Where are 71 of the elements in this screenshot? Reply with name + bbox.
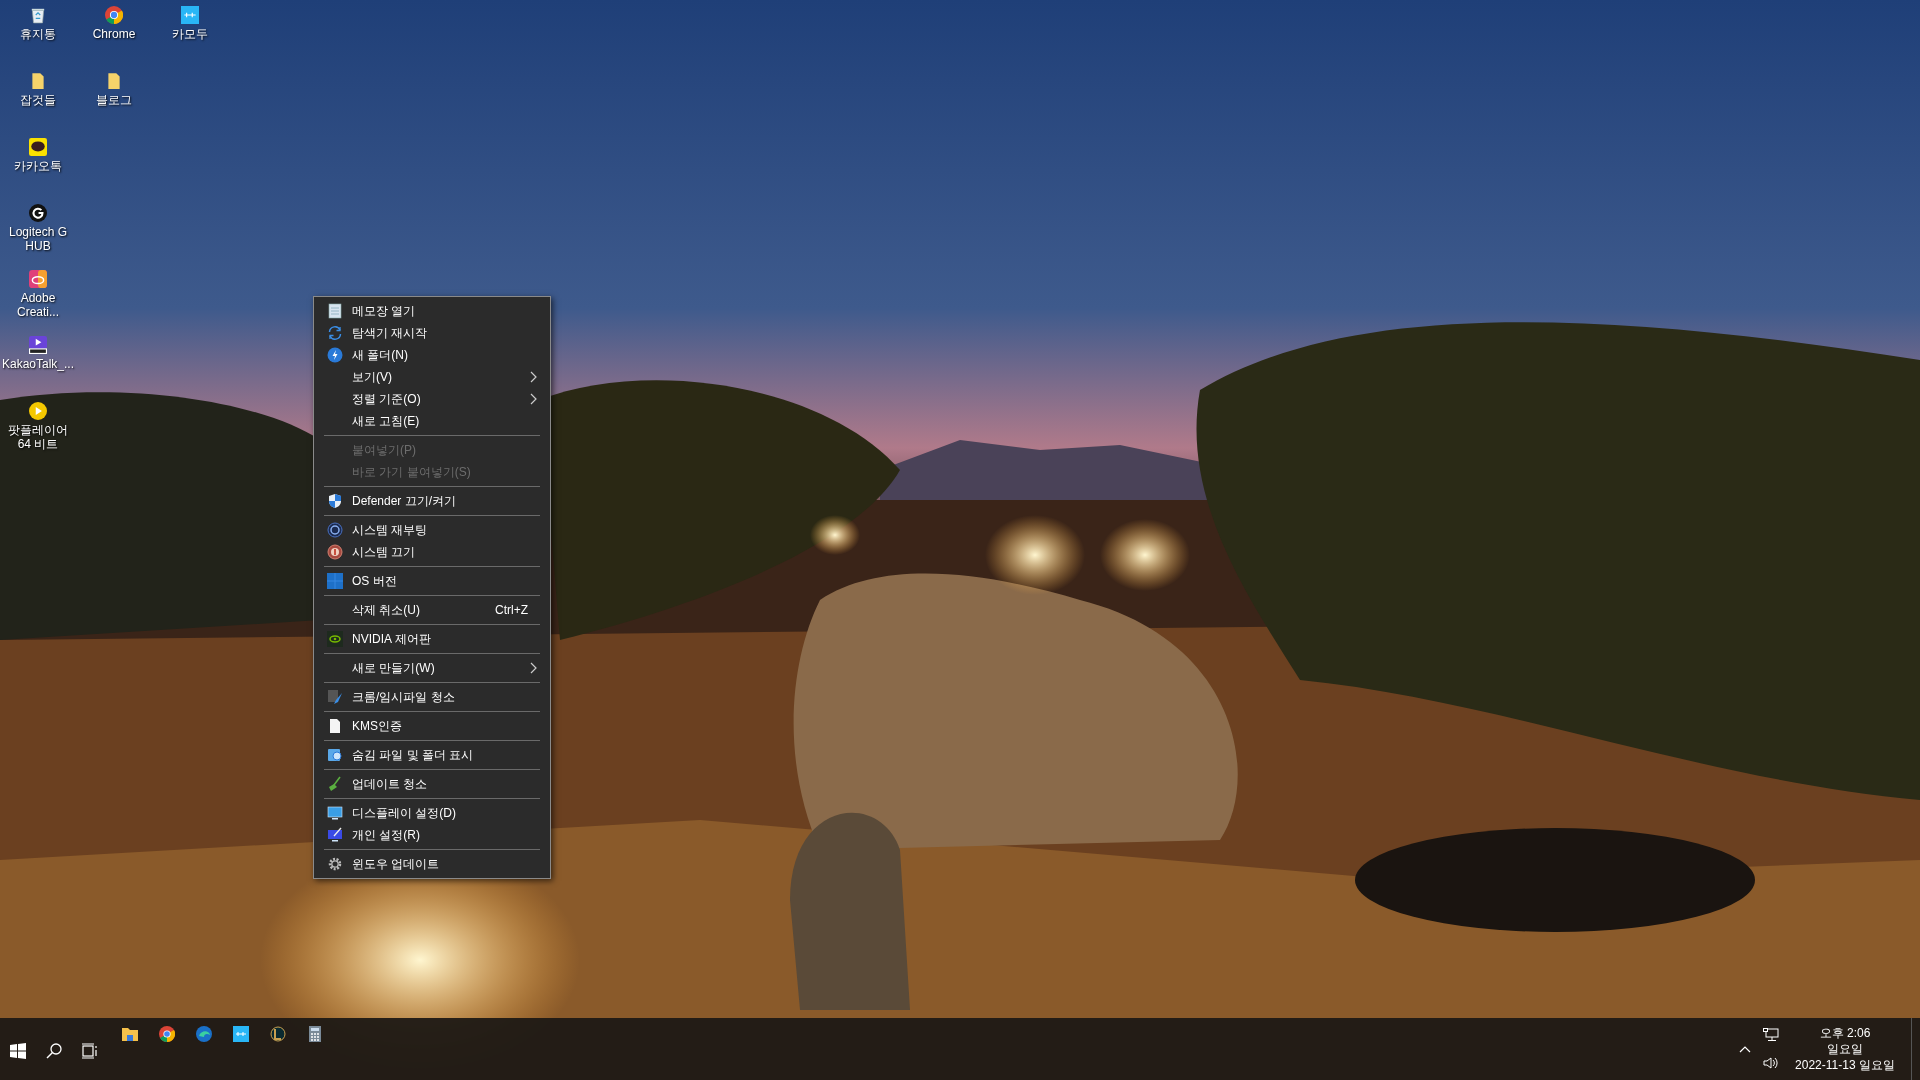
calculator-icon[interactable]: [307, 1026, 323, 1042]
shield-icon: [327, 493, 343, 509]
desktop-icon-label[interactable]: 카카오톡: [2, 159, 74, 173]
menu-item[interactable]: 숨김 파일 및 폴더 표시: [316, 744, 548, 766]
wave-logo-icon[interactable]: [196, 1026, 212, 1042]
clock[interactable]: 오후 2:06 일요일 2022-11-13 일요일: [1791, 1025, 1899, 1073]
windows-start-icon[interactable]: [10, 1043, 26, 1059]
notepad-icon: [327, 303, 343, 319]
chrome-icon: [105, 6, 123, 24]
desktop-icon-label[interactable]: 휴지통: [2, 27, 74, 41]
menu-item[interactable]: 시스템 재부팅: [316, 519, 548, 541]
chat-bubble-icon: [29, 138, 47, 156]
app-icon: [181, 6, 199, 24]
desktop-icon-label[interactable]: Chrome: [78, 27, 150, 41]
monitor-brush-icon: [327, 827, 343, 843]
menu-item[interactable]: 시스템 끄기: [316, 541, 548, 563]
menu-item[interactable]: 보기(V): [316, 366, 548, 388]
menu-item[interactable]: 탐색기 재시작: [316, 322, 548, 344]
folder-icon: [105, 72, 123, 90]
menu-item[interactable]: KMS인증: [316, 715, 548, 737]
menu-item[interactable]: 메모장 열기: [316, 300, 548, 322]
power-icon: [327, 544, 343, 560]
menu-item[interactable]: 윈도우 업데이트: [316, 853, 548, 875]
ring-icon: [327, 522, 343, 538]
menu-item[interactable]: 개인 설정(R): [316, 824, 548, 846]
network-icon[interactable]: [1763, 1028, 1779, 1042]
desktop-icon-label[interactable]: 잡것들: [2, 93, 74, 107]
desktop-icon-label[interactable]: Logitech G HUB: [2, 225, 74, 253]
chrome-icon[interactable]: [159, 1026, 175, 1042]
volume-icon[interactable]: [1763, 1056, 1779, 1070]
menu-item[interactable]: OS 버전: [316, 570, 548, 592]
desktop-icon-label[interactable]: 팟플레이어 64 비트: [2, 423, 74, 451]
menu-item[interactable]: 크롬/임시파일 청소: [316, 686, 548, 708]
menu-item[interactable]: 새로 만들기(W): [316, 657, 548, 679]
clock-day: 일요일: [1827, 1041, 1863, 1057]
menu-item[interactable]: 새로 고침(E): [316, 410, 548, 432]
clock-date: 2022-11-13 일요일: [1795, 1057, 1895, 1073]
menu-item[interactable]: 삭제 취소(U) Ctrl+Z: [316, 599, 548, 621]
menu-item[interactable]: Defender 끄기/켜기: [316, 490, 548, 512]
chevron-up-icon[interactable]: [1739, 1045, 1751, 1053]
menu-item[interactable]: 정렬 기준(O): [316, 388, 548, 410]
task-view-icon[interactable]: [82, 1043, 98, 1059]
chevron-right-icon: [530, 371, 538, 383]
desktop-icon-label[interactable]: 블로그: [78, 93, 150, 107]
desktop-icon-label[interactable]: Adobe Creati...: [2, 291, 74, 319]
menu-item[interactable]: 새 폴더(N): [316, 344, 548, 366]
document-icon: [327, 718, 343, 734]
game-logo-icon[interactable]: [270, 1026, 286, 1042]
folder-search-icon: [327, 747, 343, 763]
desktop-icon-label[interactable]: 카모두: [154, 27, 226, 41]
g-logo-icon: [29, 204, 47, 222]
refresh-icon: [327, 325, 343, 341]
search-icon[interactable]: [46, 1043, 62, 1059]
play-icon: [29, 402, 47, 420]
menu-item[interactable]: 디스플레이 설정(D): [316, 802, 548, 824]
eye-icon: [327, 631, 343, 647]
menu-item[interactable]: 업데이트 청소: [316, 773, 548, 795]
desktop-icon-label[interactable]: KakaoTalk_...: [2, 357, 74, 371]
chevron-right-icon: [530, 662, 538, 674]
folder-icon[interactable]: [122, 1026, 138, 1042]
settings-icon: [327, 856, 343, 872]
clock-time: 오후 2:06: [1819, 1025, 1871, 1041]
chevron-right-icon: [530, 393, 538, 405]
monitor-icon: [327, 805, 343, 821]
recycle-bin-icon: [29, 6, 47, 24]
creative-cloud-icon: [29, 270, 47, 288]
video-file-icon: [29, 336, 47, 354]
lightning-icon: [327, 347, 343, 363]
menu-item[interactable]: NVIDIA 제어판: [316, 628, 548, 650]
windows-icon: [327, 573, 343, 589]
folder-icon: [29, 72, 47, 90]
